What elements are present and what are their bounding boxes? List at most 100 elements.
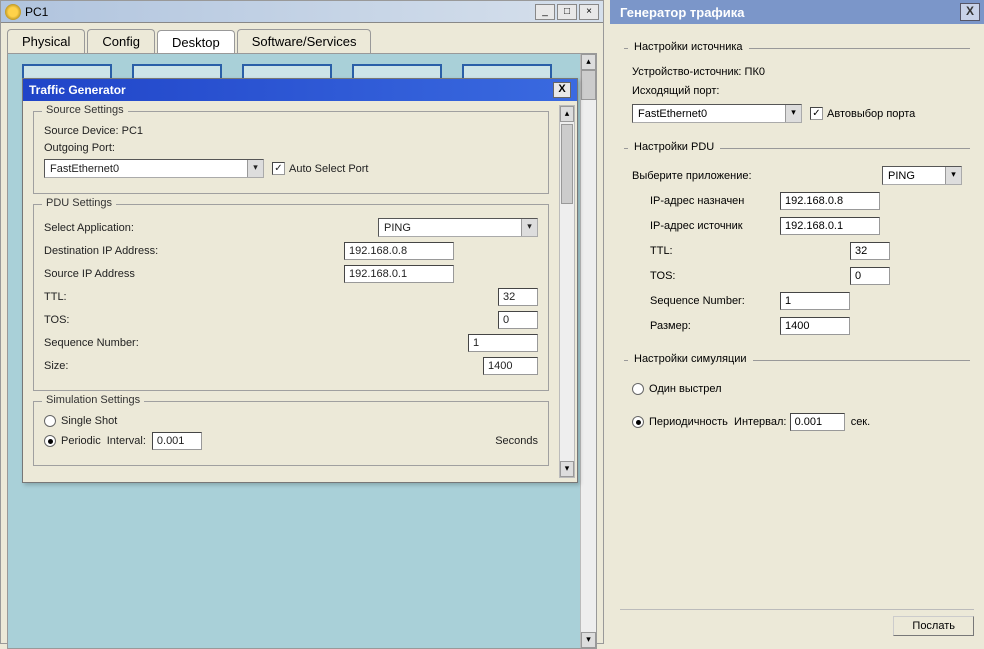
traffic-title: Traffic Generator [29,83,126,97]
interval-label: Interval: [107,435,146,447]
tabs-bar: Physical Config Desktop Software/Service… [1,23,603,53]
ru-single-label: Один выстрел [649,383,722,395]
ru-port-select[interactable]: FastEthernet0 ▾ [632,104,802,123]
size-field[interactable]: 1400 [483,357,538,375]
ru-source-group: Настройки источника Устройство-источник:… [624,48,970,134]
ru-tos-field[interactable]: 0 [850,267,890,285]
ru-port-value: FastEthernet0 [633,108,785,120]
ru-app-value: PING [883,170,945,182]
pc1-title: PC1 [25,5,533,19]
scroll-up-icon[interactable]: ▴ [560,106,574,122]
radio-checked-icon [44,435,56,447]
dest-ip-field[interactable]: 192.168.0.8 [344,242,454,260]
seq-label: Sequence Number: [44,337,139,349]
ru-pdu-group: Настройки PDU Выберите приложение: PING … [624,148,970,346]
pdu-settings-group: PDU Settings Select Application: PING ▾ … [33,204,549,391]
tab-config[interactable]: Config [87,29,155,53]
ru-close-button[interactable]: X [960,3,980,21]
interval-unit: Seconds [495,435,538,447]
scroll-down-icon[interactable]: ▾ [560,461,574,477]
checkbox-checked-icon: ✓ [810,107,823,120]
ru-tos-label: TOS: [650,270,850,282]
ru-app-label: Выберите приложение: [632,170,752,182]
ru-single-radio[interactable]: Один выстрел [632,383,722,395]
ru-src-label: IP-адрес источник [650,220,780,232]
tab-physical[interactable]: Physical [7,29,85,53]
ru-ttl-label: TTL: [650,245,850,257]
ru-dest-field[interactable]: 192.168.0.8 [780,192,880,210]
scroll-up-icon[interactable]: ▴ [581,54,596,70]
single-shot-radio[interactable]: Single Shot [44,415,117,427]
traffic-titlebar: Traffic Generator X [23,79,577,101]
send-button[interactable]: Послать [893,616,974,636]
pc1-titlebar: PC1 _ □ × [1,1,603,23]
traffic-close-button[interactable]: X [553,82,571,98]
source-device-value: PC1 [122,125,143,137]
chevron-down-icon[interactable]: ▾ [785,105,801,122]
chevron-down-icon[interactable]: ▾ [521,219,537,236]
seq-field[interactable]: 1 [468,334,538,352]
auto-select-checkbox[interactable]: ✓ Auto Select Port [272,162,369,175]
src-ip-label: Source IP Address [44,268,344,280]
periodic-label: Periodic [61,435,101,447]
ru-titlebar: Генератор трафика X [610,0,984,24]
ru-size-field[interactable]: 1400 [780,317,850,335]
ru-title: Генератор трафика [620,5,745,20]
ru-seq-label: Sequence Number: [650,295,780,307]
ru-periodic-radio[interactable]: Периодичность [632,416,728,428]
app-value: PING [379,222,521,234]
source-settings-group: Source Settings Source Device: PC1 Outgo… [33,111,549,194]
chevron-down-icon[interactable]: ▾ [945,167,961,184]
chevron-down-icon[interactable]: ▾ [247,160,263,177]
close-button[interactable]: × [579,4,599,20]
ru-device-value: ПК0 [745,66,765,78]
minimize-button[interactable]: _ [535,4,555,20]
scroll-down-icon[interactable]: ▾ [581,632,596,648]
traffic-generator-window: Traffic Generator X ▴ ▾ Source Settings … [22,78,578,483]
tab-desktop[interactable]: Desktop [157,30,235,54]
ru-pdu-legend: Настройки PDU [628,141,720,153]
radio-unchecked-icon [632,383,644,395]
ru-auto-label: Автовыбор порта [827,108,915,120]
ttl-field[interactable]: 32 [498,288,538,306]
single-shot-label: Single Shot [61,415,117,427]
src-ip-field[interactable]: 192.168.0.1 [344,265,454,283]
ru-interval-field[interactable]: 0.001 [790,413,845,431]
desktop-thumbs [8,54,596,80]
ru-source-legend: Настройки источника [628,41,749,53]
ru-size-label: Размер: [650,320,780,332]
periodic-radio[interactable]: Periodic [44,435,101,447]
desktop-scrollbar[interactable]: ▴ ▾ [580,54,596,648]
ttl-label: TTL: [44,291,67,303]
source-device-label: Source Device: [44,125,119,137]
ru-ttl-field[interactable]: 32 [850,242,890,260]
outgoing-port-select[interactable]: FastEthernet0 ▾ [44,159,264,178]
scroll-thumb[interactable] [581,70,596,100]
ru-src-field[interactable]: 192.168.0.1 [780,217,880,235]
select-app-dropdown[interactable]: PING ▾ [378,218,538,237]
ru-app-select[interactable]: PING ▾ [882,166,962,185]
ru-seq-field[interactable]: 1 [780,292,850,310]
maximize-button[interactable]: □ [557,4,577,20]
radio-checked-icon [632,416,644,428]
desktop-area: ▴ ▾ Traffic Generator X ▴ ▾ Source Setti… [7,53,597,649]
ru-device-label: Устройство-источник: [632,66,741,78]
ru-sim-group: Настройки симуляции Один выстрел Периоди… [624,360,970,442]
port-select-value: FastEthernet0 [45,163,247,175]
tab-software[interactable]: Software/Services [237,29,372,53]
radio-unchecked-icon [44,415,56,427]
ru-periodic-label: Периодичность [649,416,728,428]
app-icon [5,4,21,20]
outgoing-port-label: Outgoing Port: [44,142,115,154]
inner-scrollbar[interactable]: ▴ ▾ [559,105,575,478]
ru-button-bar: Послать [620,609,974,636]
simulation-settings-group: Simulation Settings Single Shot Periodic [33,401,549,466]
tos-label: TOS: [44,314,69,326]
dest-ip-label: Destination IP Address: [44,245,344,257]
ru-interval-unit: сек. [851,416,871,428]
interval-field[interactable]: 0.001 [152,432,202,450]
tos-field[interactable]: 0 [498,311,538,329]
pc1-window: PC1 _ □ × Physical Config Desktop Softwa… [0,0,604,644]
ru-auto-checkbox[interactable]: ✓ Автовыбор порта [810,107,915,120]
scroll-thumb[interactable] [561,124,573,204]
